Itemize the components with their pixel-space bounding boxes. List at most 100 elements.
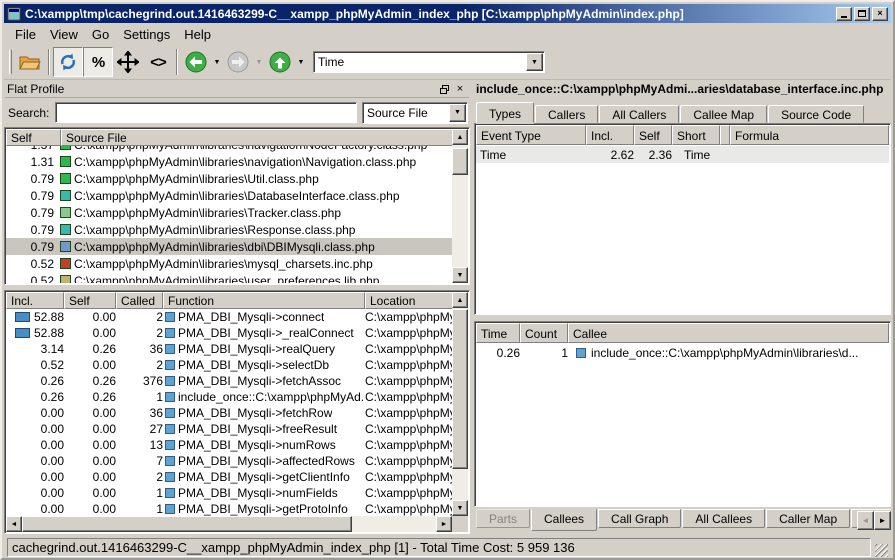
menu-go[interactable]: Go [85,24,116,45]
chevron-down-icon[interactable]: ▼ [526,53,543,71]
file-row[interactable]: 0.79C:\xampp\phpMyAdmin\libraries\Databa… [6,187,452,204]
forward-button[interactable] [223,47,253,77]
group-by-combobox[interactable]: Source File ▼ [362,102,468,124]
function-list-vscrollbar[interactable]: ▲ ▼ [452,292,468,516]
close-button[interactable]: × [872,7,888,21]
tab-scroll-right-icon[interactable]: ► [874,511,891,530]
maximize-button[interactable] [854,7,870,21]
scroll-up-icon[interactable]: ▲ [452,292,468,308]
toolbar-grip[interactable] [9,50,12,74]
function-row[interactable]: 0.000.001PMA_DBI_Mysqli->getProtoInfoC:\… [6,501,452,516]
function-row[interactable]: 52.880.002PMA_DBI_Mysqli->connectC:\xamp… [6,309,452,325]
menu-file[interactable]: File [8,24,43,45]
self-cost-value: 0.00 [64,486,116,500]
column-header[interactable]: Count [520,323,568,343]
incl-value: 2.62 [586,148,634,162]
column-header[interactable]: Source File [61,129,468,146]
column-header[interactable] [720,125,730,145]
reload-button[interactable] [53,47,83,77]
file-row[interactable]: 0.79C:\xampp\phpMyAdmin\libraries\Tracke… [6,204,452,221]
back-button[interactable] [181,47,211,77]
file-row[interactable]: 0.79C:\xampp\phpMyAdmin\libraries\Respon… [6,221,452,238]
menu-settings[interactable]: Settings [116,24,177,45]
column-header[interactable]: Self [64,292,116,309]
up-dropdown-icon[interactable]: ▼ [295,47,307,77]
function-row[interactable]: 0.520.002PMA_DBI_Mysqli->selectDbC:\xamp… [6,357,452,373]
scroll-left-icon[interactable]: ◄ [6,516,22,532]
column-header[interactable]: Incl. [586,125,634,145]
tab-callee-map[interactable]: Callee Map [680,105,767,123]
file-row[interactable]: 0.79C:\xampp\phpMyAdmin\libraries\Util.c… [6,170,452,187]
file-row[interactable]: 0.52C:\xampp\phpMyAdmin\libraries\mysql_… [6,255,452,272]
tab-all-callers[interactable]: All Callers [599,105,679,123]
function-row[interactable]: 0.260.26376PMA_DBI_Mysqli->fetchAssocC:\… [6,373,452,389]
function-row[interactable]: 0.000.0013PMA_DBI_Mysqli->numRowsC:\xamp… [6,437,452,453]
dock-float-button[interactable] [437,83,451,96]
function-row[interactable]: 0.000.0027PMA_DBI_Mysqli->freeResultC:\x… [6,421,452,437]
menu-view[interactable]: View [43,24,85,45]
function-row[interactable]: 0.000.001PMA_DBI_Mysqli->numFieldsC:\xam… [6,485,452,501]
function-name-cell: PMA_DBI_Mysqli->getProtoInfo [163,502,365,516]
function-list-hscrollbar[interactable]: ◄ ► [6,516,452,532]
open-file-button[interactable] [15,47,45,77]
function-row[interactable]: 0.000.007PMA_DBI_Mysqli->affectedRowsC:\… [6,453,452,469]
scrollbar-thumb[interactable] [22,516,352,532]
search-input[interactable] [55,102,357,123]
column-header[interactable]: Self [6,129,61,146]
file-list-vscrollbar[interactable]: ▲ ▼ [452,129,468,283]
tab-types[interactable]: Types [476,102,534,123]
column-header[interactable]: Time [476,323,520,343]
cost-color-icon [60,275,71,283]
file-row[interactable]: 1.31C:\xampp\phpMyAdmin\libraries\naviga… [6,153,452,170]
self-cost-value: 0.00 [64,358,116,372]
event-type-row[interactable]: Time2.622.36Time [476,146,889,163]
scrollbar-thumb[interactable] [452,309,468,469]
event-type-combobox[interactable]: Time ▼ [313,51,545,73]
function-row[interactable]: 0.000.0036PMA_DBI_Mysqli->fetchRowC:\xam… [6,405,452,421]
dock-close-button[interactable]: × [453,83,467,96]
column-header[interactable]: Event Type [476,125,586,145]
column-header[interactable]: Function [163,292,365,309]
scroll-down-icon[interactable]: ▼ [452,500,468,516]
column-header[interactable]: Callee [568,323,889,343]
up-button[interactable] [265,47,295,77]
column-header[interactable]: Formula [730,125,889,145]
location-value: C:\xampp\phpMy [365,374,452,388]
scroll-up-icon[interactable]: ▲ [452,129,468,145]
file-row[interactable]: 0.52C:\xampp\phpMyAdmin\libraries\user_p… [6,272,452,283]
dock-title-bar[interactable]: Flat Profile × [5,81,469,98]
column-header[interactable]: Called [116,292,163,309]
function-row[interactable]: 0.260.261include_once::C:\xampp\phpMyAd.… [6,389,452,405]
dock-layout-button[interactable] [113,47,143,77]
tab-source-code[interactable]: Source Code [768,105,864,123]
chevron-down-icon[interactable]: ▼ [449,104,466,122]
expand-collapse-button[interactable]: <> [143,47,173,77]
file-row[interactable]: 1.37C:\xampp\phpMyAdmin\libraries\naviga… [6,146,452,153]
tab-caller-map[interactable]: Caller Map [766,509,850,528]
tab-callers[interactable]: Callers [535,105,598,123]
column-header[interactable]: Self [634,125,672,145]
location-value: C:\xampp\phpMy [365,390,452,404]
function-row[interactable]: 0.000.002PMA_DBI_Mysqli->getClientInfoC:… [6,469,452,485]
scroll-right-icon[interactable]: ► [436,516,452,532]
scrollbar-thumb[interactable] [452,148,468,175]
menu-help[interactable]: Help [177,24,218,45]
function-row[interactable]: 52.880.002PMA_DBI_Mysqli->_realConnectC:… [6,325,452,341]
file-row[interactable]: 0.79C:\xampp\phpMyAdmin\libraries\dbi\DB… [6,238,452,255]
resize-grip[interactable] [875,544,888,557]
function-name-cell: PMA_DBI_Mysqli->_realConnect [163,326,365,340]
cost-color-icon [60,224,71,235]
tab-callees[interactable]: Callees [531,509,597,531]
relative-percent-button[interactable]: % [83,47,113,77]
tab-all-callees[interactable]: All Callees [682,509,765,528]
column-header[interactable]: Short [672,125,720,145]
function-row[interactable]: 3.140.2636PMA_DBI_Mysqli->realQueryC:\xa… [6,341,452,357]
self-cost-value: 0.79 [6,206,54,220]
column-header[interactable]: Incl. [6,292,64,309]
callee-row[interactable]: 0.261include_once::C:\xampp\phpMyAdmin\l… [476,344,889,361]
cost-color-icon [60,146,71,150]
back-dropdown-icon[interactable]: ▼ [211,47,223,77]
minimize-button[interactable] [836,7,852,21]
tab-call-graph[interactable]: Call Graph [598,509,681,528]
scroll-down-icon[interactable]: ▼ [452,267,468,283]
